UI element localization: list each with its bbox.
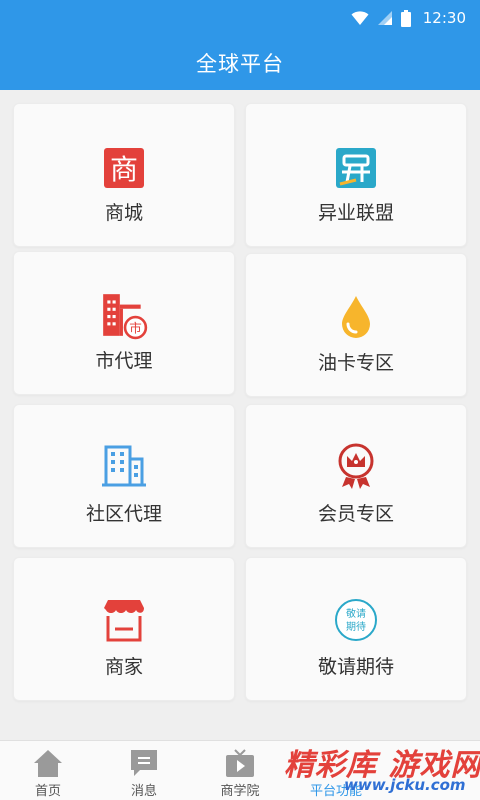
wifi-icon bbox=[351, 11, 369, 25]
home-icon bbox=[34, 750, 62, 777]
grid-item-label: 商家 bbox=[104, 656, 143, 678]
grid-item-coming-soon[interactable]: 敬请 期待 敬请期待 bbox=[245, 557, 467, 701]
grid-item-label: 异业联盟 bbox=[317, 202, 394, 224]
coming-soon-icon: 敬请 期待 bbox=[335, 599, 377, 641]
watermark: 精彩库 游戏网 www.jcku.com bbox=[284, 740, 480, 800]
status-time: 12:30 bbox=[422, 9, 466, 27]
grid-item-member[interactable]: 会员专区 bbox=[245, 404, 467, 548]
city-agent-icon: 市 bbox=[103, 294, 148, 340]
tab-label: 首页 bbox=[34, 784, 61, 799]
grid-item-merchant[interactable]: 商家 bbox=[13, 557, 235, 701]
svg-text:敬请: 敬请 bbox=[346, 607, 366, 620]
oil-drop-icon bbox=[342, 296, 370, 338]
grid-item-label: 社区代理 bbox=[85, 503, 162, 525]
tv-play-icon bbox=[226, 749, 254, 777]
grid-item-city-agent[interactable]: 市 市代理 bbox=[13, 251, 235, 395]
message-icon bbox=[131, 750, 157, 776]
svg-text:商: 商 bbox=[110, 153, 138, 186]
tab-business-school[interactable]: 商学院 bbox=[192, 741, 288, 800]
grid-item-label: 敬请期待 bbox=[317, 656, 394, 678]
grid-item-oil-card[interactable]: 油卡专区 bbox=[245, 253, 467, 397]
tab-messages[interactable]: 消息 bbox=[96, 741, 192, 800]
battery-icon bbox=[400, 9, 411, 27]
svg-text:期待: 期待 bbox=[346, 620, 366, 633]
status-icons: 12:30 bbox=[351, 6, 466, 30]
grid-item-mall[interactable]: 商 商城 bbox=[13, 103, 235, 247]
svg-text:市: 市 bbox=[129, 321, 142, 336]
app-header: 全球平台 bbox=[0, 36, 480, 90]
page-title: 全球平台 bbox=[196, 52, 284, 76]
grid-item-label: 油卡专区 bbox=[317, 352, 394, 374]
grid-item-community-agent[interactable]: 社区代理 bbox=[13, 404, 235, 548]
shop-badge-icon: 商 bbox=[104, 148, 144, 188]
feature-grid: 商 商城 异业联盟 市 市代理 油卡专区 社区代理 会员专区 商家 敬请 期待 … bbox=[0, 90, 480, 738]
member-crown-icon bbox=[338, 443, 374, 489]
tab-label: 商学院 bbox=[220, 784, 260, 799]
grid-item-alliance[interactable]: 异业联盟 bbox=[245, 103, 467, 247]
storefront-icon bbox=[104, 600, 144, 642]
grid-item-label: 会员专区 bbox=[317, 503, 394, 525]
alliance-icon bbox=[336, 148, 376, 188]
grid-item-label: 商城 bbox=[104, 202, 143, 224]
watermark-url: www.jcku.com bbox=[344, 776, 466, 794]
tab-label: 消息 bbox=[130, 784, 157, 799]
community-building-icon bbox=[102, 445, 146, 487]
grid-item-label: 市代理 bbox=[95, 350, 153, 372]
status-bar: 12:30 bbox=[0, 0, 480, 36]
signal-icon bbox=[377, 11, 392, 25]
tab-home[interactable]: 首页 bbox=[0, 741, 96, 800]
